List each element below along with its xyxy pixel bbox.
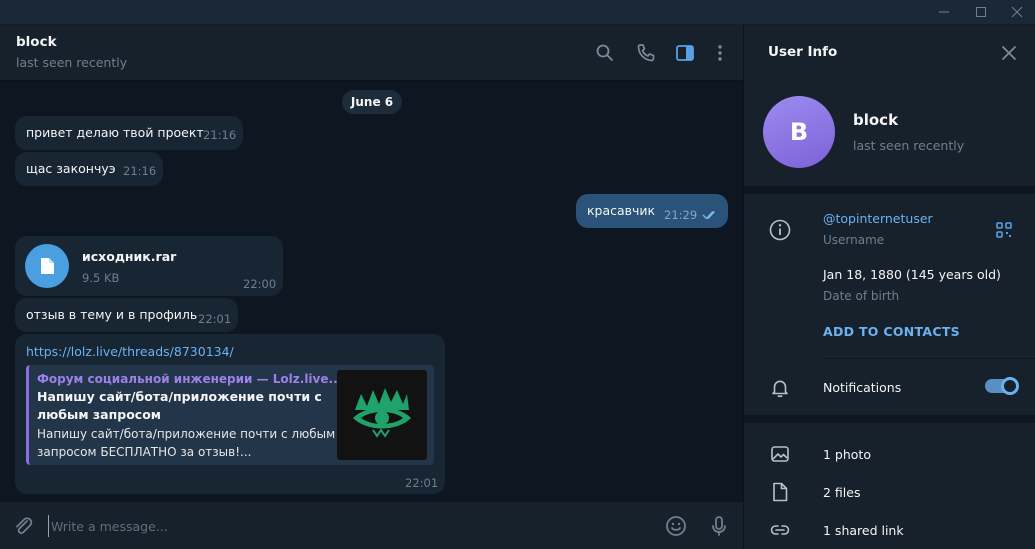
qr-code-button[interactable] (992, 218, 1016, 242)
emoji-icon (666, 516, 686, 536)
search-icon (596, 44, 613, 61)
message-time: 21:16 (123, 164, 157, 178)
date-separator: June 6 (342, 90, 402, 114)
user-status: last seen recently (853, 138, 965, 153)
username-label: Username (823, 233, 885, 247)
message-text: привет делаю твой проект (26, 125, 204, 140)
message-file[interactable]: исходник.rar 9.5 KB 22:00 (15, 236, 283, 296)
shared-links[interactable]: 1 shared link (823, 523, 904, 538)
preview-site-name: Форум социальной инженерии — Lolz.live..… (37, 372, 343, 386)
chat-area: block last seen recently June 6 привет д… (0, 25, 743, 549)
attach-icon (16, 517, 33, 534)
close-panel-button[interactable] (998, 42, 1020, 64)
search-button[interactable] (593, 41, 617, 65)
maximize-button[interactable] (967, 0, 995, 25)
preview-title: Напишу сайт/бота/приложение почти с любы… (37, 389, 322, 422)
qr-code-icon (996, 222, 1012, 238)
chat-status: last seen recently (16, 55, 128, 70)
birth-date-value: Jan 18, 1880 (145 years old) (823, 267, 1001, 282)
file-size: 9.5 KB (82, 271, 120, 285)
minimize-button[interactable] (930, 0, 958, 25)
row-separator (823, 358, 1035, 359)
photos-row-icon (768, 442, 792, 466)
file-icon (41, 258, 54, 274)
double-check-icon (702, 211, 716, 220)
link-preview[interactable]: Форум социальной инженерии — Lolz.live..… (26, 365, 434, 465)
message-link[interactable]: https://lolz.live/threads/8730134/ Форум… (15, 334, 445, 494)
username-value[interactable]: @topinternetuser (823, 211, 933, 226)
message-time: 22:00 (243, 277, 277, 291)
photo-icon (771, 446, 789, 462)
user-info-panel: User Info B block last seen recently @to… (744, 25, 1035, 549)
microphone-icon (712, 516, 726, 536)
close-icon (1011, 6, 1023, 18)
close-icon (1002, 46, 1016, 60)
files-icon (773, 482, 788, 502)
sidebar-toggle-icon (676, 45, 694, 61)
phone-icon (637, 44, 655, 62)
message-link-url[interactable]: https://lolz.live/threads/8730134/ (26, 344, 234, 359)
file-download-button[interactable] (25, 244, 69, 288)
message-composer (0, 501, 743, 549)
link-icon (770, 525, 790, 535)
toggle-knob (1001, 377, 1019, 395)
message-time: 22:01 (405, 476, 439, 490)
maximize-icon (976, 7, 986, 17)
sidebar-toggle-button[interactable] (673, 41, 697, 65)
message-text: красавчик (587, 203, 656, 218)
message-time: 22:01 (198, 312, 232, 326)
eye-logo-icon (353, 388, 411, 438)
bell-icon (772, 380, 788, 398)
shared-photos[interactable]: 1 photo (823, 447, 871, 462)
voice-message-button[interactable] (707, 514, 731, 538)
window-close-button[interactable] (1003, 0, 1031, 25)
message-text: отзыв в тему и в профиль (26, 307, 198, 322)
info-icon (769, 219, 791, 241)
links-row-icon (768, 518, 792, 542)
section-separator (744, 415, 1035, 423)
notifications-row-icon (768, 376, 792, 400)
file-name: исходник.rar (82, 249, 177, 264)
files-row-icon (768, 480, 792, 504)
notifications-toggle[interactable] (985, 377, 1019, 395)
message-incoming[interactable]: привет делаю твой проект 21:16 (15, 116, 243, 150)
call-button[interactable] (634, 41, 658, 65)
message-text: щас закончуэ (26, 161, 116, 176)
notifications-label: Notifications (823, 380, 902, 395)
more-icon (718, 45, 722, 61)
shared-files[interactable]: 2 files (823, 485, 860, 500)
message-incoming[interactable]: отзыв в тему и в профиль 22:01 (15, 298, 238, 332)
attach-button[interactable] (11, 514, 35, 538)
message-input[interactable] (48, 515, 628, 537)
user-name: block (853, 111, 899, 129)
chat-title[interactable]: block (16, 34, 57, 50)
minimize-icon (939, 11, 949, 13)
message-incoming[interactable]: щас закончуэ 21:16 (15, 152, 163, 186)
chat-header[interactable]: block last seen recently (0, 25, 743, 81)
add-to-contacts-button[interactable]: ADD TO CONTACTS (823, 324, 960, 339)
birth-date-label: Date of birth (823, 289, 900, 303)
panel-title: User Info (768, 44, 838, 60)
more-button[interactable] (708, 41, 732, 65)
section-separator (744, 186, 1035, 194)
message-outgoing[interactable]: красавчик 21:29 (576, 194, 728, 228)
avatar[interactable]: B (763, 96, 835, 168)
preview-description: Напишу сайт/бота/приложение почти с любы… (37, 427, 336, 459)
preview-thumbnail (337, 370, 427, 460)
info-row-icon (768, 218, 792, 242)
emoji-button[interactable] (664, 514, 688, 538)
message-time: 21:16 (203, 128, 237, 142)
message-list[interactable]: June 6 привет делаю твой проект 21:16 ща… (0, 81, 743, 501)
message-time: 21:29 (664, 208, 698, 222)
window-titlebar (0, 0, 1035, 25)
